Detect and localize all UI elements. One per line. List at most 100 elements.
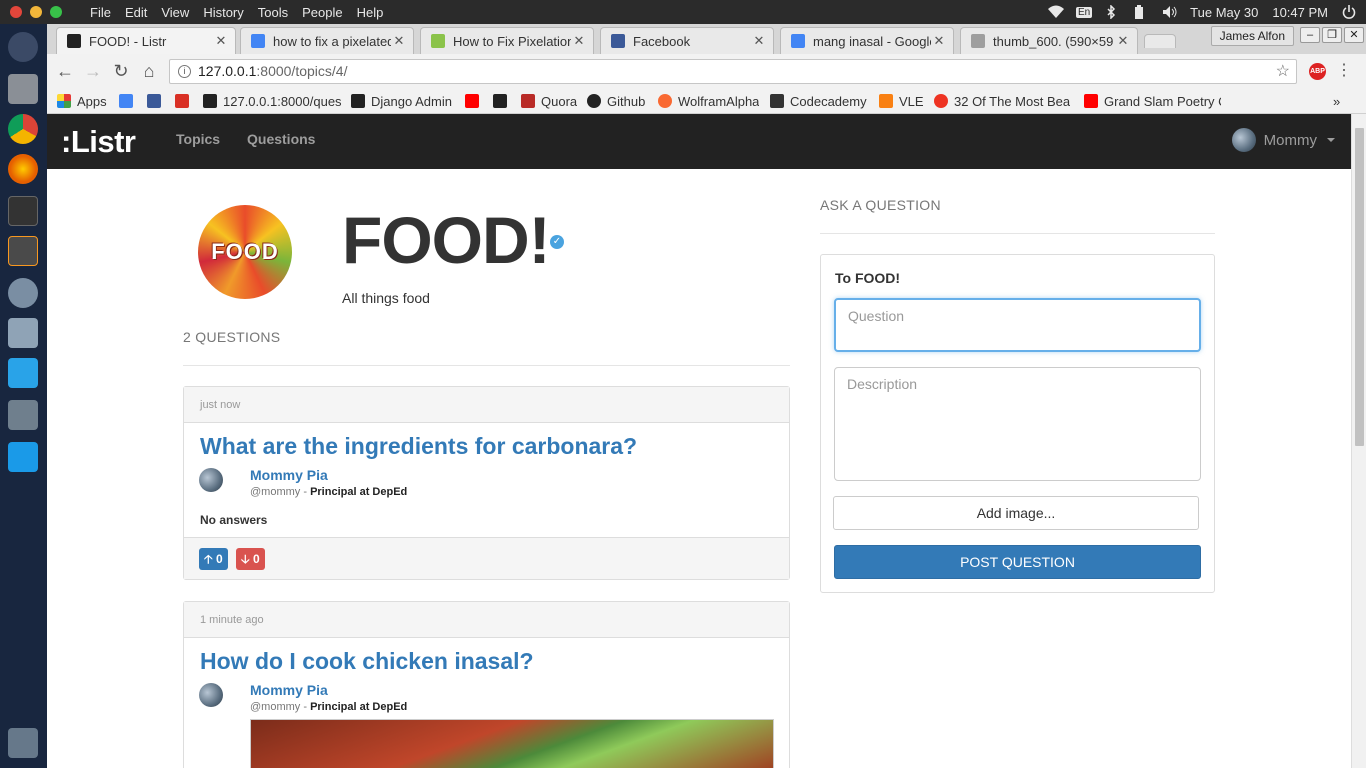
question-title[interactable]: How do I cook chicken inasal? bbox=[200, 648, 534, 675]
bookmark-facebook[interactable] bbox=[147, 92, 167, 110]
clock-date[interactable]: Tue May 30 bbox=[1190, 5, 1258, 20]
trash-icon[interactable] bbox=[8, 728, 38, 758]
tab-fix-pixelation[interactable]: How to Fix Pixelation ✕ bbox=[420, 27, 594, 54]
keyboard-layout-indicator[interactable]: En bbox=[1075, 6, 1093, 18]
bookmark-local-questions[interactable]: 127.0.0.1:8000/ques bbox=[203, 92, 345, 110]
bookmark-gmail[interactable] bbox=[175, 92, 195, 110]
disk-utility-icon[interactable] bbox=[8, 400, 38, 430]
tab-google-mang-inasal[interactable]: mang inasal - Google ✕ bbox=[780, 27, 954, 54]
menu-file[interactable]: File bbox=[90, 5, 111, 20]
google-favicon-icon bbox=[251, 34, 265, 48]
home-icon[interactable]: ⌂ bbox=[139, 61, 159, 81]
volume-icon[interactable] bbox=[1162, 5, 1177, 19]
terminal-icon[interactable] bbox=[8, 196, 38, 226]
avatar bbox=[1231, 128, 1256, 152]
bookmark-dark-site[interactable] bbox=[493, 92, 513, 110]
bookmark-django-admin[interactable]: Django Admin bbox=[351, 92, 452, 110]
bookmarks-bar: Apps 127.0.0.1:8000/ques Django Admin Qu… bbox=[47, 88, 1366, 114]
bookmark-apps[interactable]: Apps bbox=[57, 92, 107, 110]
bookmark-star-icon[interactable]: ☆ bbox=[1276, 60, 1290, 83]
tab-listr[interactable]: FOOD! - Listr ✕ bbox=[56, 27, 236, 54]
reload-icon[interactable]: ↻ bbox=[111, 61, 131, 81]
bookmark-grand-slam-poetry[interactable]: Grand Slam Poetry C bbox=[1084, 92, 1221, 110]
firefox-icon[interactable] bbox=[8, 154, 38, 184]
question-timestamp: just now bbox=[184, 387, 789, 423]
clock-time[interactable]: 10:47 PM bbox=[1272, 5, 1328, 20]
bookmark-codecademy[interactable]: Codecademy bbox=[770, 92, 867, 110]
close-tab-icon[interactable]: ✕ bbox=[213, 33, 229, 49]
downvote-button[interactable]: 🡣 0 bbox=[236, 548, 265, 570]
site-info-icon[interactable]: i bbox=[178, 65, 191, 78]
site-brand[interactable]: :Listr bbox=[61, 124, 136, 160]
bookmark-32-of-the-most[interactable]: 32 Of The Most Bea bbox=[934, 92, 1070, 110]
description-input[interactable] bbox=[834, 367, 1201, 481]
listr-favicon-icon bbox=[67, 34, 81, 48]
new-tab-button[interactable] bbox=[1144, 34, 1176, 48]
close-tab-icon[interactable]: ✕ bbox=[391, 33, 407, 49]
bookmark-quora[interactable]: Quora bbox=[521, 92, 577, 110]
close-window-button[interactable] bbox=[10, 6, 22, 18]
wifi-icon[interactable] bbox=[1047, 5, 1064, 19]
maximize-window-button[interactable] bbox=[50, 6, 62, 18]
tab-google-pixelated[interactable]: how to fix a pixelated ✕ bbox=[240, 27, 414, 54]
bluetooth-icon[interactable] bbox=[1106, 4, 1120, 20]
profile-button[interactable]: James Alfon bbox=[1210, 26, 1294, 46]
author-name[interactable]: Mommy Pia bbox=[250, 682, 328, 698]
nav-questions[interactable]: Questions bbox=[247, 131, 315, 147]
close-icon[interactable]: ✕ bbox=[1344, 27, 1364, 43]
address-bar[interactable]: i 127.0.0.1:8000/topics/4/ ☆ bbox=[169, 59, 1297, 84]
files-icon[interactable] bbox=[8, 74, 38, 104]
settings-icon[interactable] bbox=[8, 278, 38, 308]
bookmark-vle[interactable]: VLE bbox=[879, 92, 924, 110]
bookmark-wolframalpha[interactable]: WolframAlpha bbox=[658, 92, 759, 110]
close-tab-icon[interactable]: ✕ bbox=[751, 33, 767, 49]
topic-description: All things food bbox=[342, 290, 430, 306]
bookmark-google[interactable] bbox=[119, 92, 139, 110]
ubuntu-logo-icon[interactable] bbox=[8, 32, 38, 62]
bookmark-github[interactable]: Github bbox=[587, 92, 645, 110]
tab-facebook[interactable]: Facebook ✕ bbox=[600, 27, 774, 54]
blue-app-icon[interactable] bbox=[8, 442, 38, 472]
browser-menu-icon[interactable]: ⋮ bbox=[1336, 60, 1352, 80]
author-avatar[interactable] bbox=[199, 468, 223, 492]
restore-icon[interactable]: ❐ bbox=[1322, 27, 1342, 43]
add-image-button[interactable]: Add image... bbox=[833, 496, 1199, 530]
author-meta: @mommy - Principal at DepEd bbox=[250, 486, 408, 498]
scrollbar-thumb[interactable] bbox=[1355, 128, 1364, 446]
question-title[interactable]: What are the ingredients for carbonara? bbox=[200, 433, 637, 460]
back-icon[interactable]: ← bbox=[55, 61, 75, 81]
more-bookmarks-icon[interactable]: » bbox=[1333, 92, 1340, 110]
menu-people[interactable]: People bbox=[302, 5, 342, 20]
menu-tools[interactable]: Tools bbox=[258, 5, 288, 20]
question-input[interactable] bbox=[834, 298, 1201, 352]
close-tab-icon[interactable]: ✕ bbox=[931, 33, 947, 49]
window-controls bbox=[10, 6, 62, 18]
upvote-button[interactable]: 🡡 0 bbox=[199, 548, 228, 570]
nav-topics[interactable]: Topics bbox=[176, 131, 220, 147]
power-icon[interactable] bbox=[1342, 5, 1356, 19]
battery-icon[interactable] bbox=[1134, 5, 1148, 19]
close-tab-icon[interactable]: ✕ bbox=[571, 33, 587, 49]
tab-thumb-image[interactable]: thumb_600. (590×59 ✕ bbox=[960, 27, 1138, 54]
menu-help[interactable]: Help bbox=[357, 5, 384, 20]
page-scrollbar[interactable] bbox=[1351, 114, 1366, 768]
sublime-text-icon[interactable] bbox=[8, 236, 38, 266]
user-menu[interactable]: Mommy bbox=[1231, 128, 1335, 152]
menu-view[interactable]: View bbox=[161, 5, 189, 20]
author-avatar[interactable] bbox=[199, 683, 223, 707]
post-question-button[interactable]: POST QUESTION bbox=[834, 545, 1201, 579]
minimize-window-button[interactable] bbox=[30, 6, 42, 18]
tab-title: FOOD! - Listr bbox=[89, 33, 167, 49]
minimize-icon[interactable]: – bbox=[1300, 27, 1320, 43]
author-name[interactable]: Mommy Pia bbox=[250, 467, 328, 483]
close-tab-icon[interactable]: ✕ bbox=[1115, 33, 1131, 49]
chrome-icon[interactable] bbox=[8, 114, 38, 144]
adblock-plus-icon[interactable]: ABP bbox=[1309, 63, 1326, 80]
bookmark-youtube[interactable] bbox=[465, 92, 485, 110]
window-manager-icon[interactable] bbox=[8, 358, 38, 388]
forward-icon[interactable]: → bbox=[83, 61, 103, 81]
question-card: 1 minute ago How do I cook chicken inasa… bbox=[183, 601, 790, 768]
menu-history[interactable]: History bbox=[203, 5, 243, 20]
system-tools-icon[interactable] bbox=[8, 318, 38, 348]
menu-edit[interactable]: Edit bbox=[125, 5, 147, 20]
